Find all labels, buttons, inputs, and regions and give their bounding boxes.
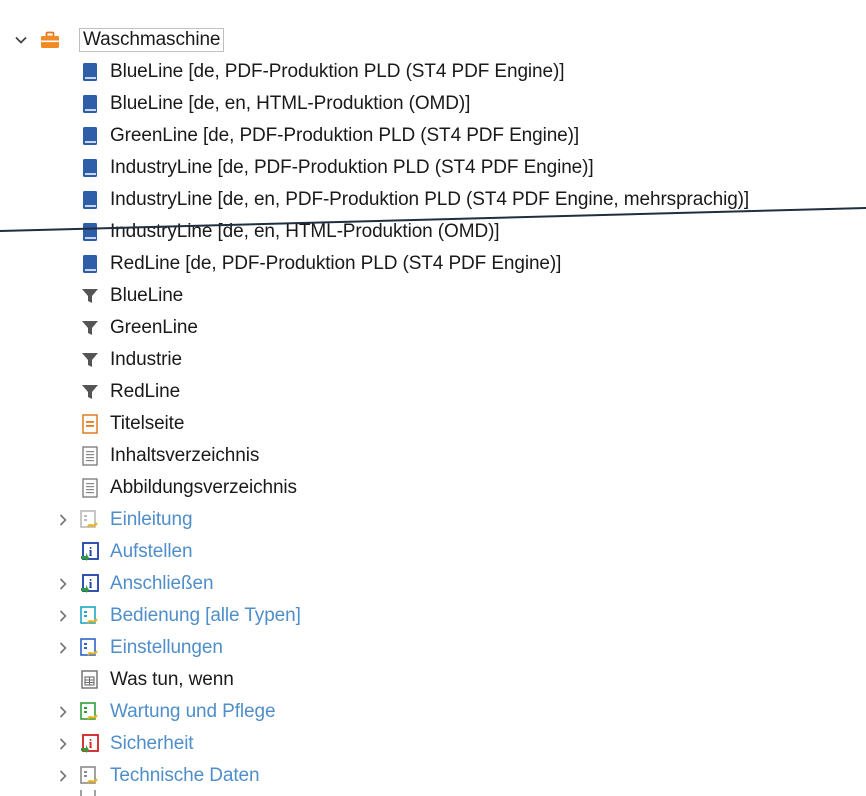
book-icon [80,254,100,274]
info-chapter-icon: i [80,734,100,754]
chevron-down-icon[interactable] [14,33,28,47]
chevron-right-icon[interactable] [56,641,70,655]
tree-item-label: RedLine [de, PDF-Produktion PLD (ST4 PDF… [110,253,562,274]
tree-item-label: Was tun, wenn [110,669,234,690]
chapter-link-icon [80,702,100,722]
tree-item-label-root: Waschmaschine [79,28,225,52]
tree-item-label: BlueLine [de, en, HTML-Produktion (OMD)] [110,93,471,114]
info-chapter-icon: i [80,542,100,562]
book-icon [80,158,100,178]
title-page-icon [80,414,100,434]
tree-item-label: Einleitung [110,509,193,530]
tree-item-label: Inhaltsverzeichnis [110,445,260,466]
chapter-link-icon [80,790,100,796]
book-icon [80,190,100,210]
tree-item-label: RedLine [110,381,181,402]
book-icon [80,126,100,146]
tree-item-label: Aufstellen [110,541,193,562]
tree-item-label: Technische Daten [110,765,260,786]
tree-item-label: GreenLine [110,317,198,338]
chapter-link-icon [80,638,100,658]
chevron-right-icon[interactable] [56,577,70,591]
tree-item-label: IndustryLine [de, en, HTML-Produktion (O… [110,221,500,242]
chevron-right-icon[interactable] [56,513,70,527]
chevron-right-icon[interactable] [56,737,70,751]
svg-text:i: i [89,576,93,591]
tree-item-label: Bedienung [alle Typen] [110,605,301,626]
chapter-link-icon [80,606,100,626]
chapter-link-icon [80,510,100,530]
tree-item-label: IndustryLine [de, en, PDF-Produktion PLD… [110,189,750,210]
book-icon [80,222,100,242]
tree-item-label: Anschließen [110,573,214,594]
book-icon [80,94,100,114]
tree-item-label: BlueLine [de, PDF-Produktion PLD (ST4 PD… [110,61,565,82]
filter-icon [80,318,100,338]
tree-item-label: Sicherheit [110,733,194,754]
tree-item-label: Industrie [110,349,182,370]
toc-page-icon [80,446,100,466]
book-icon [80,62,100,82]
chevron-right-icon[interactable] [56,769,70,783]
filter-icon [80,382,100,402]
tree-item-label: Einstellungen [110,637,223,658]
briefcase-icon [40,30,60,50]
project-tree: Waschmaschine BlueLine [de, PDF-Produkti… [0,0,866,796]
tree-item-label: Titelseite [110,413,185,434]
info-chapter-icon: i [80,574,100,594]
tree-item-label: Abbildungsverzeichnis [110,477,297,498]
tree-item-label: BlueLine [110,285,184,306]
figure-list-page-icon [80,478,100,498]
svg-text:i: i [89,736,93,751]
filter-icon [80,350,100,370]
svg-text:i: i [89,544,93,559]
filter-icon [80,286,100,306]
chapter-link-icon [80,766,100,786]
table-page-icon [80,670,100,690]
chevron-right-icon[interactable] [56,705,70,719]
chevron-right-icon[interactable] [56,609,70,623]
tree-item-label: GreenLine [de, PDF-Produktion PLD (ST4 P… [110,125,580,146]
tree-item-label: Wartung und Pflege [110,701,276,722]
tree-item-label: IndustryLine [de, PDF-Produktion PLD (ST… [110,157,594,178]
